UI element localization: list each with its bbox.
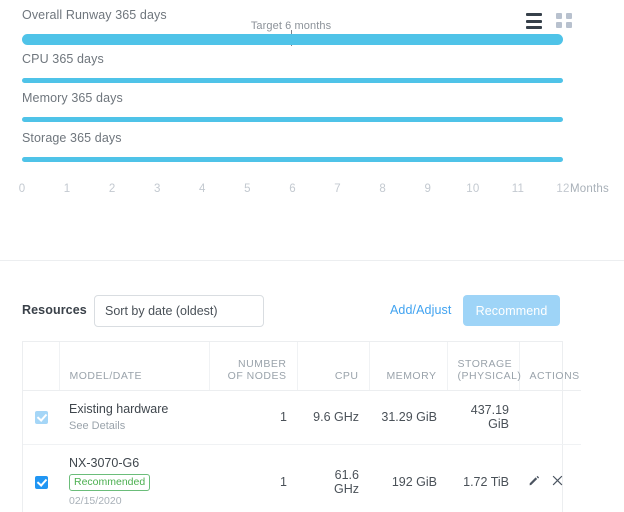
- header-actions: ACTIONS: [519, 342, 581, 391]
- row-checkbox[interactable]: [34, 475, 48, 489]
- runway-bar-fill: [22, 117, 563, 122]
- header-memory: MEMORY: [369, 342, 448, 391]
- row-model-name: Existing hardware: [69, 401, 169, 416]
- resources-section: Resources Sort by date (oldest) Add/Adju…: [0, 261, 624, 512]
- axis-tick: 5: [244, 183, 251, 195]
- axis-tick: 2: [108, 183, 116, 195]
- axis-tick: 6: [289, 183, 296, 195]
- axis-tick: 7: [334, 183, 341, 195]
- axis-tick: 12: [556, 183, 570, 195]
- table-row: Existing hardware See Details 1 9.6 GHz …: [23, 390, 581, 445]
- row-model-name: NX-3070-G6: [69, 455, 140, 470]
- row-checkbox-cell: [23, 444, 59, 512]
- sort-by-select[interactable]: Sort by date (oldest): [94, 295, 264, 327]
- resources-table-head: MODEL/DATE NUMBER OF NODES CPU MEMORY ST…: [23, 342, 581, 391]
- runway-bar-track: [22, 157, 563, 162]
- row-cpu: 9.6 GHz: [297, 390, 369, 445]
- recommend-button[interactable]: Recommend: [463, 295, 560, 326]
- chart-axis-units-label: Months: [570, 183, 609, 195]
- header-storage-physical: STORAGE (PHYSICAL): [447, 342, 521, 391]
- runway-row-label: CPU 365 days: [22, 52, 104, 66]
- resources-table-wrapper: MODEL/DATE NUMBER OF NODES CPU MEMORY ST…: [22, 341, 581, 512]
- header-model-date: MODEL/DATE: [59, 342, 210, 391]
- runway-bar-fill: [22, 78, 563, 83]
- runway-row-label: Storage 365 days: [22, 131, 122, 145]
- resources-title: Resources: [22, 303, 87, 317]
- row-storage: 1.72 TiB: [463, 474, 509, 489]
- runway-chart-panel: Target 6 months Overall Runway 365 days …: [0, 0, 624, 261]
- axis-tick: 8: [379, 183, 386, 195]
- row-cpu: 61.6 GHz: [334, 467, 359, 496]
- add-adjust-button[interactable]: Add/Adjust: [390, 303, 451, 317]
- table-header-row: MODEL/DATE NUMBER OF NODES CPU MEMORY ST…: [23, 342, 581, 391]
- row-model-cell: Existing hardware See Details: [59, 390, 209, 445]
- row-checkbox-cell: [23, 390, 59, 445]
- runway-bar-track: [22, 78, 563, 83]
- axis-tick: 0: [18, 183, 26, 195]
- row-storage: 437.19 GiB: [447, 390, 519, 445]
- see-details-link[interactable]: See Details: [69, 418, 199, 434]
- header-number-of-nodes: NUMBER OF NODES: [209, 342, 298, 391]
- row-checkbox[interactable]: [34, 411, 48, 425]
- row-actions: [519, 444, 581, 512]
- axis-tick: 3: [153, 183, 161, 195]
- runway-row-overall: Overall Runway 365 days: [0, 8, 624, 45]
- resources-table: MODEL/DATE NUMBER OF NODES CPU MEMORY ST…: [23, 342, 581, 512]
- runway-bar-fill: [22, 157, 563, 162]
- runway-bar-fill: [22, 34, 563, 45]
- chart-x-axis: 0 1 2 3 4 5 6 7 8 9 10 11 12: [18, 183, 570, 199]
- runway-row-label: Overall Runway 365 days: [22, 8, 167, 22]
- header-checkbox: [23, 342, 60, 391]
- resources-header: Resources Sort by date (oldest) Add/Adju…: [0, 295, 624, 329]
- axis-tick: 4: [199, 183, 206, 195]
- axis-tick: 1: [63, 183, 71, 195]
- runway-row-storage: Storage 365 days: [0, 131, 624, 167]
- runway-row-memory: Memory 365 days: [0, 91, 624, 127]
- runway-bar-track: [22, 117, 563, 122]
- row-nodes: 1: [280, 474, 287, 489]
- row-memory: 31.29 GiB: [369, 390, 447, 445]
- runway-row-label: Memory 365 days: [22, 91, 123, 105]
- resources-table-body: Existing hardware See Details 1 9.6 GHz …: [23, 390, 581, 512]
- axis-tick: 11: [511, 183, 525, 195]
- axis-tick: 10: [466, 183, 480, 195]
- delete-icon[interactable]: [552, 475, 563, 486]
- row-model-date: 02/15/2020: [69, 494, 122, 507]
- edit-icon[interactable]: [529, 475, 540, 486]
- row-model-cell: NX-3070-G6 Recommended 02/15/2020: [59, 444, 209, 512]
- header-cpu: CPU: [297, 342, 370, 391]
- row-actions: [519, 390, 581, 445]
- runway-bar-track: [22, 34, 563, 45]
- recommended-badge: Recommended: [69, 473, 151, 491]
- axis-tick: 9: [424, 183, 432, 195]
- table-row: NX-3070-G6 Recommended 02/15/2020 1 61.6…: [23, 444, 581, 512]
- row-memory: 192 GiB: [391, 474, 437, 489]
- row-nodes: 1: [209, 390, 297, 445]
- runway-row-cpu: CPU 365 days: [0, 52, 624, 88]
- capacity-runway-page: Target 6 months Overall Runway 365 days …: [0, 0, 624, 512]
